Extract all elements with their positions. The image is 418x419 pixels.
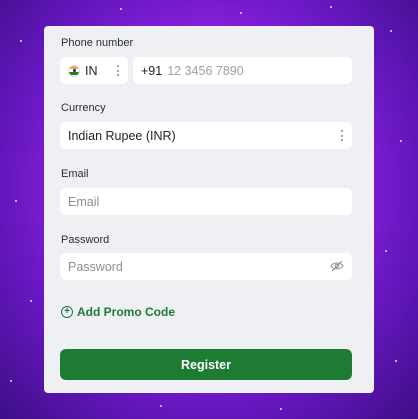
- currency-select[interactable]: Indian Rupee (INR): [60, 122, 352, 149]
- add-promo-code-link[interactable]: + Add Promo Code: [61, 305, 175, 319]
- password-label: Password: [61, 234, 110, 246]
- phone-input[interactable]: +91 12 3456 7890: [133, 57, 352, 84]
- country-code-text: IN: [85, 63, 98, 78]
- india-flag-icon: [68, 64, 80, 77]
- password-placeholder: Password: [68, 259, 123, 274]
- email-placeholder: Email: [68, 194, 100, 209]
- kebab-menu-icon: [117, 65, 120, 76]
- registration-form: Phone number IN +91 12 3456 7890 Currenc…: [44, 26, 374, 393]
- phone-label: Phone number: [61, 37, 134, 49]
- plus-circle-icon: +: [61, 306, 73, 318]
- kebab-menu-icon: [341, 130, 344, 141]
- email-field[interactable]: Email: [60, 188, 352, 215]
- dial-code: +91: [141, 63, 163, 78]
- password-field[interactable]: Password: [60, 253, 352, 280]
- currency-label: Currency: [61, 102, 106, 114]
- promo-label: Add Promo Code: [77, 305, 175, 319]
- country-code-select[interactable]: IN: [60, 57, 128, 84]
- eye-slash-icon[interactable]: [330, 260, 344, 272]
- phone-placeholder: 12 3456 7890: [167, 63, 244, 78]
- currency-value: Indian Rupee (INR): [68, 128, 176, 143]
- register-button[interactable]: Register: [60, 349, 352, 380]
- email-label: Email: [61, 168, 89, 180]
